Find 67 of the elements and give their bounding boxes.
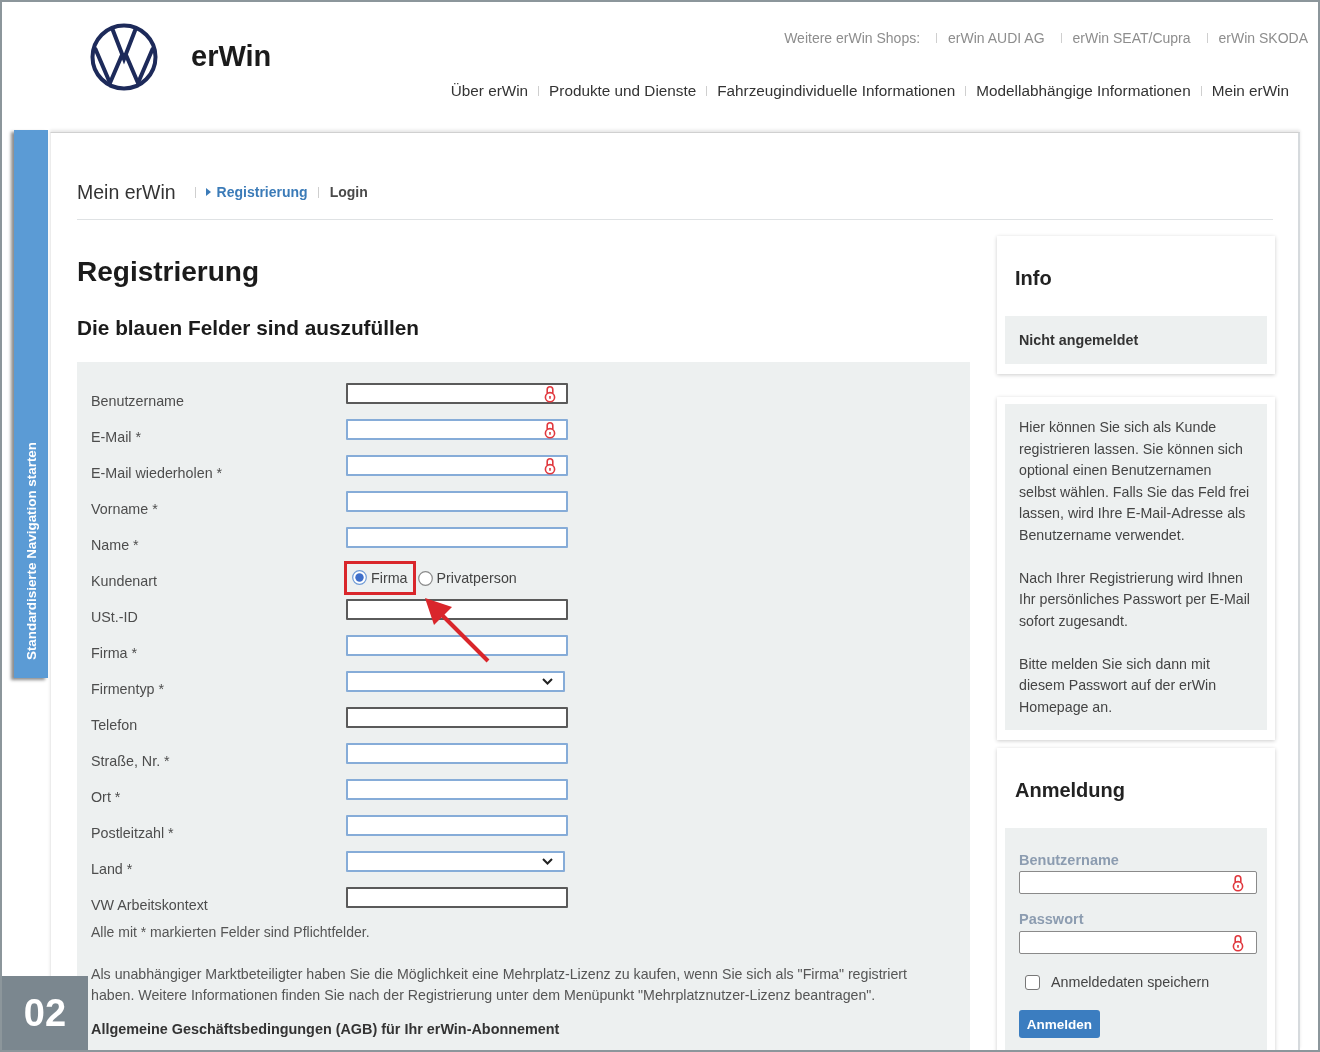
input-field[interactable] [346,635,568,656]
field-label: Firma * [91,644,139,663]
brand-name: erWin [191,40,272,72]
input-field[interactable] [1019,931,1257,954]
input-field[interactable] [346,527,568,548]
input-field[interactable] [346,491,568,512]
field-label: Name * [91,536,140,555]
radio-icon[interactable] [352,570,367,585]
radio-option[interactable]: Firma [352,569,408,586]
shops-label: Weitere erWin Shops: [784,30,921,46]
logo-icon[interactable] [90,23,158,91]
radio-option[interactable]: Privatperson [417,570,517,586]
help-text: Hier können Sie sich als Kunde registrieren lassen. Sie können sich optional einen Benutzernamen selbst wählen. Falls Sie das Feld frei lassen, wird Ihre E-Mail-Adresse als Benutzername verwendet. [1019,418,1251,545]
license-note: Als unabhängiger Marktbeteiligter haben Sie die Möglichkeit eine Mehrplatz-Lizenz zu kaufen, wenn Sie sich als "Firma" registriert haben. Weitere Informationen finden Sie nach der Registrierung unter dem Menüpunkt "Mehrplatznutzer-Lizenz beantragen". [91,965,908,1005]
input-field[interactable] [346,383,568,404]
nav-link[interactable]: Über erWin [450,82,529,100]
field-label: E-Mail wiederholen * [91,464,224,483]
checkbox[interactable] [1025,974,1040,990]
field-label: Vorname * [91,500,159,519]
breadcrumb-link[interactable]: Registrierung [205,184,308,200]
nav-link[interactable]: Produkte und Dienste [549,82,697,100]
help-text: Nach Ihrer Registrierung wird Ihnen Ihr persönliches Passwort per E-Mail sofort zugesandt. [1019,568,1252,631]
select-field[interactable] [346,671,565,692]
chevron-down-icon [542,678,553,685]
page-title: Registrierung [77,255,261,289]
input-field[interactable] [1019,871,1257,894]
nav-link[interactable]: Modellabhängige Informationen [976,82,1191,100]
radio-icon[interactable] [417,570,433,586]
input-field[interactable] [346,599,568,620]
select-field[interactable] [346,851,565,872]
input-field[interactable] [346,779,568,800]
field-label: Passwort [1019,911,1085,927]
input-field[interactable] [346,815,568,836]
field-label: Benutzername [91,392,185,411]
nav-link[interactable]: Fahrzeugindividuelle Informationen [717,82,956,100]
input-field[interactable] [346,419,568,440]
input-field[interactable] [346,455,568,476]
field-label: Kundenart [91,572,158,591]
nav-link[interactable]: Mein erWin [1211,82,1289,100]
field-label: Benutzername [1019,852,1120,868]
card-title: Anmeldung [1014,778,1126,803]
field-label: Postleitzahl * [91,824,175,843]
input-field[interactable] [346,707,568,728]
help-text: Bitte melden Sie sich dann mit diesem Passwort auf der erWin Homepage an. [1019,654,1218,717]
breadcrumb-link[interactable]: Login [329,184,368,200]
checkbox-label[interactable]: Anmeldedaten speichern [1051,974,1210,990]
required-note: Alle mit * markierten Felder sind Pflichtfelder. [91,924,371,940]
login-status: Nicht angemeldet [1005,316,1267,364]
input-field[interactable] [346,887,568,908]
field-label: Firmentyp * [91,680,166,699]
field-label: Land * [91,860,134,879]
card-title: Info [1014,266,1053,291]
field-label: VW Arbeitskontext [91,896,209,915]
annotation-arrow [424,597,490,663]
terms-heading: Allgemeine Geschäftsbedingungen (AGB) für Ihr erWin-Abonnement [91,1020,561,1038]
login-button[interactable]: Anmelden [1019,1010,1100,1038]
breadcrumb-section: Mein erWin [77,180,176,204]
caret-icon [205,188,211,196]
field-label: USt.-ID [91,608,139,627]
input-field[interactable] [346,743,568,764]
field-label: Straße, Nr. * [91,752,171,771]
chevron-down-icon [542,858,553,865]
field-label: E-Mail * [91,428,143,447]
field-label: Ort * [91,788,122,807]
figure-number: 02 [2,976,88,1050]
page-subtitle: Die blauen Felder sind auszufüllen [77,316,421,340]
field-label: Telefon [91,716,139,735]
